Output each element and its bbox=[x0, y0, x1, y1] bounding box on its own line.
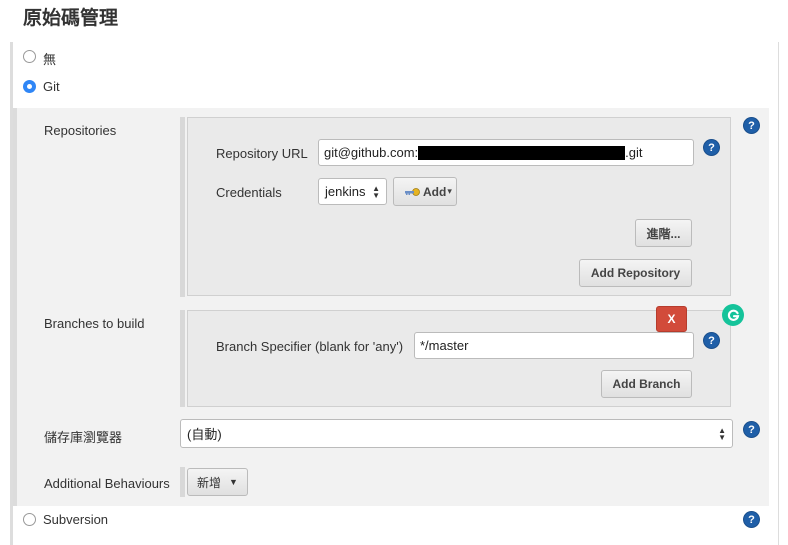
page-title: 原始碼管理 bbox=[23, 8, 119, 29]
additional-behaviours-label: Additional Behaviours bbox=[44, 476, 170, 491]
repositories-panel-bar bbox=[180, 117, 185, 297]
add-behaviour-label: 新增 bbox=[197, 475, 222, 490]
advanced-button[interactable]: 進階... bbox=[635, 219, 692, 247]
repository-url-suffix: .git bbox=[625, 145, 643, 160]
grammarly-icon[interactable] bbox=[722, 304, 744, 326]
branches-panel-bar bbox=[180, 310, 185, 407]
key-icon bbox=[404, 187, 420, 197]
repository-browser-value: (自動) bbox=[187, 427, 222, 442]
branch-specifier-help-icon[interactable]: ? bbox=[704, 333, 719, 348]
scm-subversion-radio[interactable] bbox=[23, 513, 36, 526]
scm-git-radio[interactable] bbox=[23, 80, 36, 93]
behaviours-panel-bar bbox=[180, 467, 185, 497]
credentials-select[interactable]: jenkins ▲ ▼ bbox=[318, 178, 387, 205]
repository-url-prefix: git@github.com: bbox=[324, 145, 419, 160]
scm-none-radio[interactable] bbox=[23, 50, 36, 63]
subversion-help-icon[interactable]: ? bbox=[744, 512, 759, 527]
scm-git-label: Git bbox=[43, 79, 60, 94]
dropdown-arrow-icon: ▾ bbox=[447, 186, 452, 196]
repository-browser-select[interactable]: (自動) ▲ ▼ bbox=[180, 419, 733, 448]
git-panel-bar bbox=[13, 108, 17, 506]
branches-label: Branches to build bbox=[44, 316, 145, 331]
branch-specifier-label: Branch Specifier (blank for 'any') bbox=[216, 339, 404, 354]
credentials-add-button[interactable]: Add ▾ bbox=[393, 177, 457, 206]
redacted-block bbox=[418, 145, 626, 160]
add-behaviour-button[interactable]: 新增 ▼ bbox=[187, 468, 248, 496]
scm-none-label: 無 bbox=[43, 52, 57, 67]
add-branch-button[interactable]: Add Branch bbox=[601, 370, 692, 398]
branch-specifier-input[interactable]: */master bbox=[414, 332, 694, 359]
caret-down-icon: ▼ bbox=[229, 477, 238, 487]
repositories-help-icon[interactable]: ? bbox=[744, 118, 759, 133]
repository-browser-help-icon[interactable]: ? bbox=[744, 422, 759, 437]
repository-url-label: Repository URL bbox=[216, 146, 308, 161]
add-repository-button[interactable]: Add Repository bbox=[579, 259, 692, 287]
repository-browser-label: 儲存庫瀏覽器 bbox=[44, 430, 123, 445]
select-updown-icon: ▲ ▼ bbox=[372, 183, 380, 200]
repository-url-input[interactable]: git@github.com: .git bbox=[318, 139, 694, 166]
repository-url-help-icon[interactable]: ? bbox=[704, 140, 719, 155]
scm-subversion-label: Subversion bbox=[43, 512, 109, 527]
repositories-label: Repositories bbox=[44, 123, 117, 138]
select-updown-icon: ▲ ▼ bbox=[718, 425, 726, 442]
credentials-select-value: jenkins bbox=[325, 184, 366, 199]
credentials-add-label: Add bbox=[423, 184, 447, 199]
credentials-label: Credentials bbox=[216, 185, 282, 200]
delete-branch-button[interactable]: X bbox=[656, 306, 687, 332]
